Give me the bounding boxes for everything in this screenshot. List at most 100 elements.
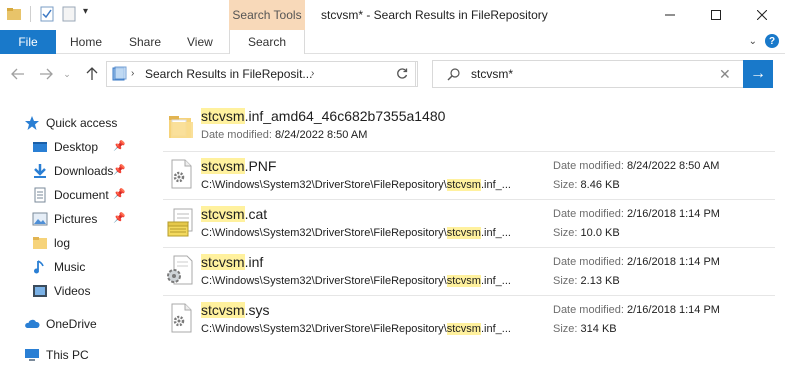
sidebar-item-pictures[interactable]: Pictures: [32, 207, 97, 231]
sidebar-item-documents[interactable]: Document: [32, 183, 109, 207]
search-highlight: stcvsm: [201, 108, 245, 124]
star-icon: [24, 115, 40, 131]
folder-icon: [165, 109, 197, 141]
search-highlight: stcvsm: [201, 206, 245, 222]
toolbar-separator: [30, 6, 31, 22]
sidebar-item-label: Document: [54, 188, 109, 202]
date-modified: Date modified: 8/24/2022 8:50 AM: [553, 160, 719, 172]
search-results-list: stcvsm.inf_amd64_46c682b7355a1480 Date m…: [163, 94, 777, 372]
search-go-button[interactable]: →: [743, 60, 773, 88]
search-box[interactable]: stcvsm* ✕: [432, 60, 744, 88]
date-value: 8/24/2022 8:50 AM: [627, 160, 720, 172]
path-prefix: C:\Windows\System32\DriverStore\FileRepo…: [201, 323, 447, 335]
back-button[interactable]: [8, 64, 28, 84]
sidebar-item-desktop[interactable]: Desktop: [32, 135, 98, 159]
certificate-file-icon: [165, 206, 197, 238]
sidebar-item-log[interactable]: log: [32, 231, 70, 255]
list-item[interactable]: stcvsm.inf C:\Windows\System32\DriverSto…: [163, 247, 775, 295]
file-name: stcvsm.inf: [201, 254, 263, 270]
list-item[interactable]: stcvsm.PNF C:\Windows\System32\DriverSto…: [163, 151, 775, 199]
clear-search-icon[interactable]: ✕: [719, 61, 731, 87]
list-item[interactable]: stcvsm.inf_amd64_46c682b7355a1480 Date m…: [163, 105, 775, 151]
file-name: stcvsm.PNF: [201, 158, 276, 174]
path-suffix: .inf_...: [480, 227, 511, 239]
navigation-bar: ⌄ › Search Results in FileReposit... › ⌄…: [0, 54, 785, 94]
file-size: Size: 314 KB: [553, 323, 617, 335]
pin-icon[interactable]: 📌: [113, 165, 125, 176]
size-label: Size:: [553, 227, 578, 239]
size-value: 314 KB: [580, 323, 617, 335]
list-item[interactable]: stcvsm.sys C:\Windows\System32\DriverSto…: [163, 295, 775, 343]
path-prefix: C:\Windows\System32\DriverStore\FileRepo…: [201, 227, 447, 239]
size-value: 2.13 KB: [580, 275, 620, 287]
forward-button[interactable]: [36, 64, 56, 84]
file-path: C:\Windows\System32\DriverStore\FileRepo…: [201, 323, 511, 335]
sidebar-item-onedrive[interactable]: OneDrive: [24, 312, 97, 336]
date-label: Date modified:: [553, 160, 624, 172]
size-label: Size:: [553, 275, 578, 287]
path-chevron-icon[interactable]: ›: [311, 62, 314, 86]
tab-home[interactable]: Home: [70, 30, 102, 54]
tab-file[interactable]: File: [0, 30, 56, 54]
quick-access-toolbar: ▾: [6, 6, 99, 22]
path-suffix: .inf_...: [480, 323, 511, 335]
help-icon[interactable]: ?: [765, 34, 779, 48]
sidebar-item-label: Videos: [54, 284, 91, 298]
video-icon: [32, 283, 48, 299]
sidebar-item-music[interactable]: Music: [32, 255, 85, 279]
file-name: stcvsm.cat: [201, 206, 267, 222]
tab-view[interactable]: View: [187, 30, 213, 54]
list-item[interactable]: stcvsm.cat C:\Windows\System32\DriverSto…: [163, 199, 775, 247]
folder-icon[interactable]: [6, 6, 22, 22]
sidebar-item-label: log: [54, 236, 71, 250]
date-value: 2/16/2018 1:14 PM: [627, 256, 720, 268]
file-size: Size: 8.46 KB: [553, 179, 620, 191]
up-button[interactable]: [82, 64, 102, 84]
file-name: stcvsm.sys: [201, 302, 269, 318]
expand-ribbon-icon[interactable]: ⌄: [749, 36, 757, 47]
settings-file-icon: [165, 158, 197, 190]
pin-icon[interactable]: 📌: [113, 213, 125, 224]
date-modified: Date modified: 2/16/2018 1:14 PM: [553, 208, 720, 220]
sidebar-item-this-pc[interactable]: This PC: [24, 343, 89, 367]
date-value: 2/16/2018 1:14 PM: [627, 208, 720, 220]
size-value: 10.0 KB: [580, 227, 620, 239]
search-highlight: stcvsm: [446, 275, 481, 287]
sidebar-item-downloads[interactable]: Downloads: [32, 159, 113, 183]
customize-toolbar-icon[interactable]: ▾: [83, 6, 99, 22]
address-bar[interactable]: › Search Results in FileReposit... › ⌄: [106, 61, 484, 87]
search-highlight: stcvsm: [201, 158, 245, 174]
file-path: C:\Windows\System32\DriverStore\FileRepo…: [201, 275, 511, 287]
sidebar-item-label: Quick access: [46, 116, 118, 130]
size-label: Size:: [553, 179, 578, 191]
close-button[interactable]: [739, 0, 785, 30]
navigation-pane: Quick access Desktop 📌 Downloads 📌 Docum…: [0, 94, 140, 372]
maximize-button[interactable]: [693, 0, 739, 30]
pin-icon[interactable]: 📌: [113, 189, 125, 200]
search-results-icon: [111, 66, 127, 85]
pin-icon[interactable]: 📌: [113, 141, 125, 152]
date-label: Date modified:: [553, 256, 624, 268]
file-path: C:\Windows\System32\DriverStore\FileRepo…: [201, 179, 511, 191]
ribbon-tabs: File Home Share View Search ⌄ ?: [0, 30, 785, 54]
new-folder-icon[interactable]: [61, 6, 77, 22]
search-icon: [447, 67, 461, 84]
search-input[interactable]: stcvsm*: [471, 61, 513, 87]
folder-icon: [32, 235, 48, 251]
tab-share[interactable]: Share: [129, 30, 161, 54]
refresh-button[interactable]: [388, 61, 416, 87]
file-name: stcvsm.inf_amd64_46c682b7355a1480: [201, 108, 445, 124]
search-highlight: stcvsm: [446, 227, 481, 239]
title-bar: ▾ Search Tools stcvsm* - Search Results …: [0, 0, 785, 30]
file-path: C:\Windows\System32\DriverStore\FileRepo…: [201, 227, 511, 239]
date-label: Date modified:: [201, 129, 272, 141]
tab-search[interactable]: Search: [229, 30, 305, 54]
size-value: 8.46 KB: [580, 179, 620, 191]
date-value: 8/24/2022 8:50 AM: [275, 129, 368, 141]
sidebar-item-videos[interactable]: Videos: [32, 279, 90, 303]
properties-icon[interactable]: [39, 6, 55, 22]
minimize-button[interactable]: [647, 0, 693, 30]
sidebar-item-quick-access[interactable]: Quick access: [24, 111, 117, 135]
breadcrumb-chevron-icon[interactable]: ›: [131, 62, 134, 86]
recent-locations-icon[interactable]: ⌄: [60, 64, 74, 84]
